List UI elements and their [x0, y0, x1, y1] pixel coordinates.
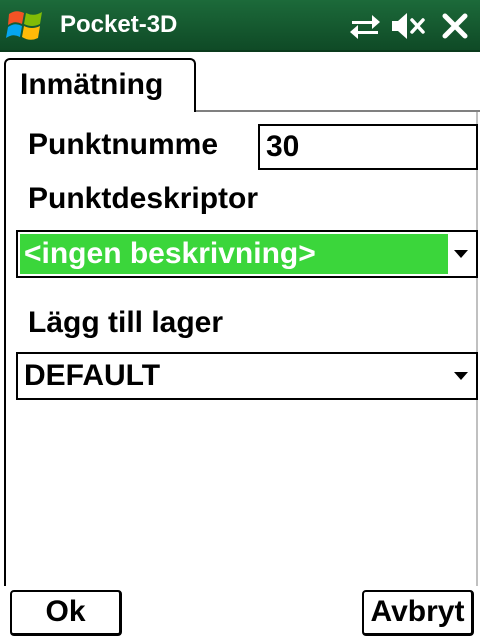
point-number-input[interactable]: 30: [258, 124, 478, 170]
layer-dropdown[interactable]: DEFAULT: [16, 352, 478, 400]
close-icon[interactable]: [440, 11, 470, 41]
chevron-down-icon[interactable]: [454, 372, 468, 380]
layer-selected-value: DEFAULT: [24, 359, 161, 392]
tab-inmatning[interactable]: Inmätning: [4, 58, 196, 112]
chevron-down-icon[interactable]: [454, 250, 468, 258]
point-descriptor-dropdown[interactable]: <ingen beskrivning>: [16, 230, 478, 278]
tab-divider: [196, 110, 480, 112]
layer-label: Lägg till lager: [28, 306, 224, 339]
point-number-label: Punktnumme: [28, 128, 219, 161]
cancel-button[interactable]: Avbryt: [362, 590, 474, 636]
speaker-muted-icon[interactable]: [390, 10, 426, 42]
app-title: Pocket-3D: [60, 11, 178, 38]
ok-button[interactable]: Ok: [10, 590, 122, 636]
tab-label: Inmätning: [20, 68, 164, 101]
descriptor-selected-value: <ingen beskrivning>: [20, 234, 448, 274]
panel-border-left: [4, 112, 6, 586]
bottom-bar: Ok Avbryt: [0, 586, 480, 640]
panel-border-right: [476, 112, 478, 586]
point-descriptor-label: Punktdeskriptor: [28, 182, 259, 215]
title-bar: Pocket-3D: [0, 0, 480, 52]
sync-icon[interactable]: [348, 10, 382, 42]
windows-logo-icon[interactable]: [6, 6, 46, 44]
